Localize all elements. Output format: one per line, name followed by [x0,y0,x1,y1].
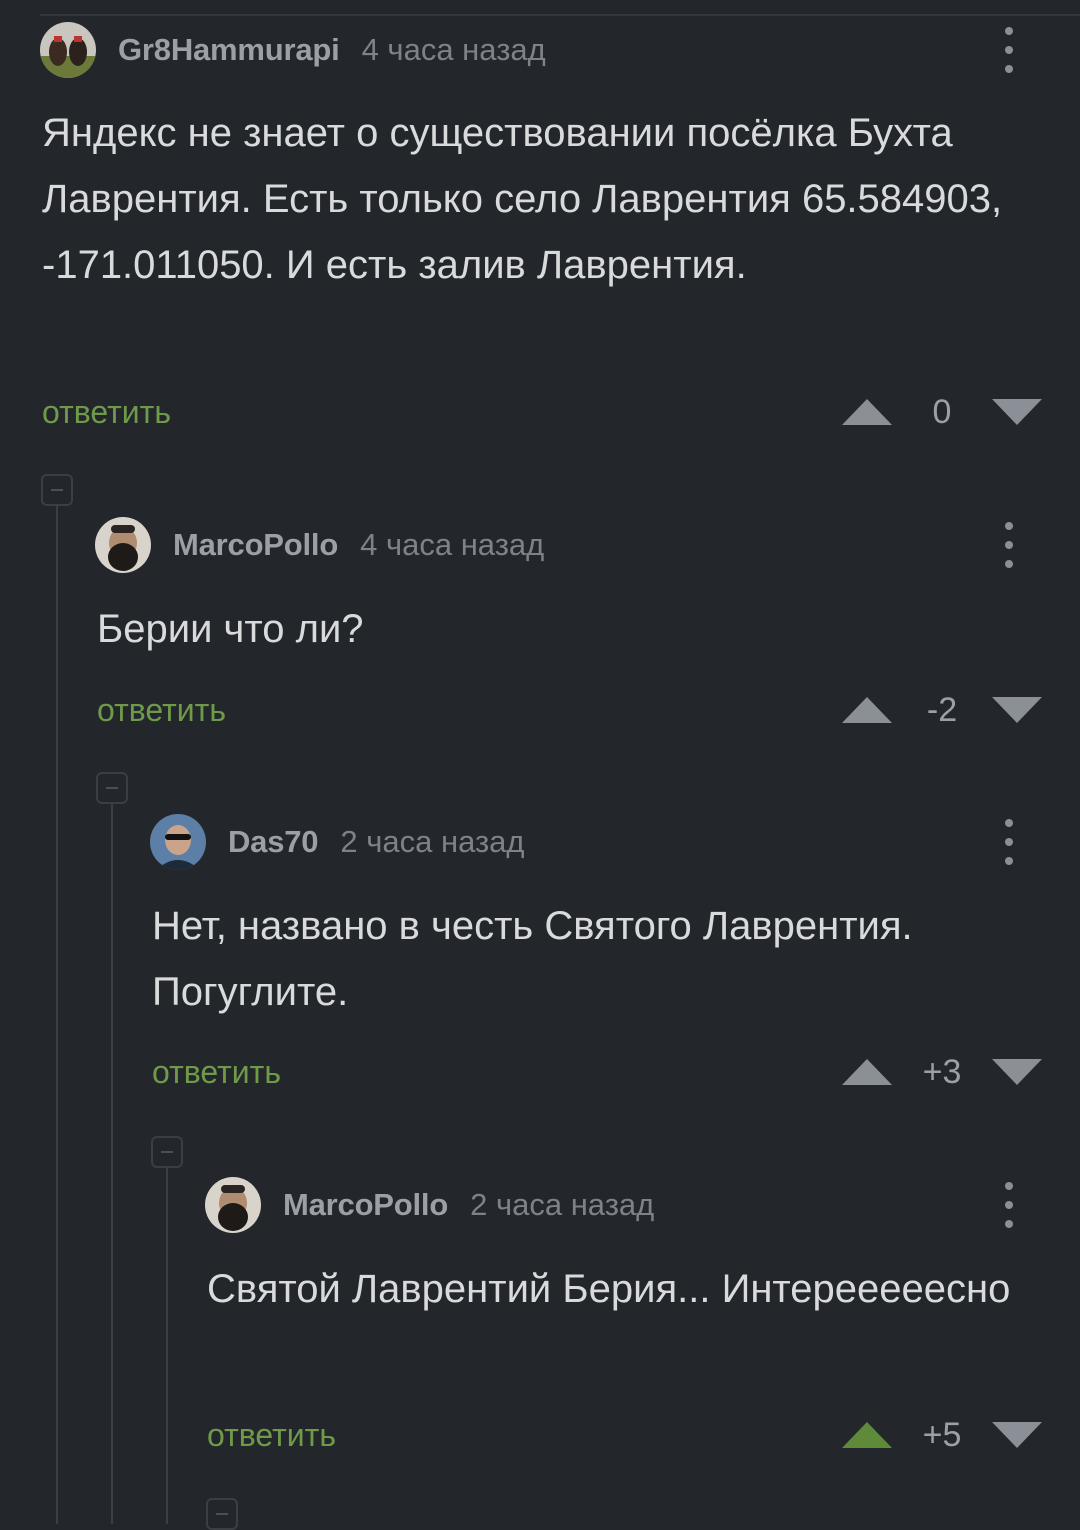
comment-time: 4 часа назад [360,527,545,562]
username[interactable]: MarcoPollo [173,527,338,563]
more-vertical-icon[interactable] [1004,27,1014,73]
comment-header: MarcoPollo 2 часа назад [205,1177,654,1233]
reply-link[interactable]: ответить [97,692,226,729]
thread-line-level-3 [166,1166,168,1524]
vote-controls: -2 [842,690,1042,730]
username[interactable]: Das70 [228,824,319,860]
comment-header: Gr8Hammurapi 4 часа назад [40,22,546,78]
downvote-arrow-icon[interactable] [992,399,1042,425]
collapse-thread-icon[interactable] [206,1498,238,1530]
thread-line-level-1 [56,504,58,1524]
more-vertical-icon[interactable] [1004,1182,1014,1228]
comment-text: Яндекс не знает о существовании посёлка … [42,111,1003,287]
avatar[interactable] [150,814,206,870]
comment-text: Берии что ли? [97,607,364,651]
upvote-arrow-icon[interactable] [842,399,892,425]
username[interactable]: Gr8Hammurapi [118,32,340,68]
reply-link[interactable]: ответить [42,394,171,431]
comment-text: Святой Лаврентий Берия... Интерееееесно [207,1267,1011,1311]
comment-time: 2 часа назад [340,824,525,859]
upvote-arrow-icon[interactable] [842,697,892,723]
comment-text: Нет, названо в честь Святого Лаврентия. … [152,904,913,1014]
downvote-arrow-icon[interactable] [992,697,1042,723]
collapse-thread-icon[interactable] [151,1136,183,1168]
avatar[interactable] [205,1177,261,1233]
thread-line-level-2 [111,802,113,1524]
avatar[interactable] [40,22,96,78]
comment-header: Das70 2 часа назад [150,814,525,870]
comment-score: 0 [932,392,952,431]
comment-time: 4 часа назад [361,32,546,67]
comment-score: +5 [922,1415,962,1454]
more-vertical-icon[interactable] [1004,522,1014,568]
vote-controls: +5 [842,1415,1042,1455]
downvote-arrow-icon[interactable] [992,1422,1042,1448]
vote-controls: 0 [842,392,1042,432]
downvote-arrow-icon[interactable] [992,1059,1042,1085]
vote-controls: +3 [842,1052,1042,1092]
comment-header: MarcoPollo 4 часа назад [95,517,544,573]
comment-score: +3 [922,1052,962,1091]
collapse-thread-icon[interactable] [96,772,128,804]
upvote-arrow-icon[interactable] [842,1059,892,1085]
comment-score: -2 [926,690,958,729]
username[interactable]: MarcoPollo [283,1187,448,1223]
reply-link[interactable]: ответить [152,1054,281,1091]
comment-time: 2 часа назад [470,1187,655,1222]
avatar[interactable] [95,517,151,573]
reply-link[interactable]: ответить [207,1417,336,1454]
upvote-arrow-icon[interactable] [842,1422,892,1448]
top-divider [40,14,1080,16]
collapse-thread-icon[interactable] [41,474,73,506]
more-vertical-icon[interactable] [1004,819,1014,865]
